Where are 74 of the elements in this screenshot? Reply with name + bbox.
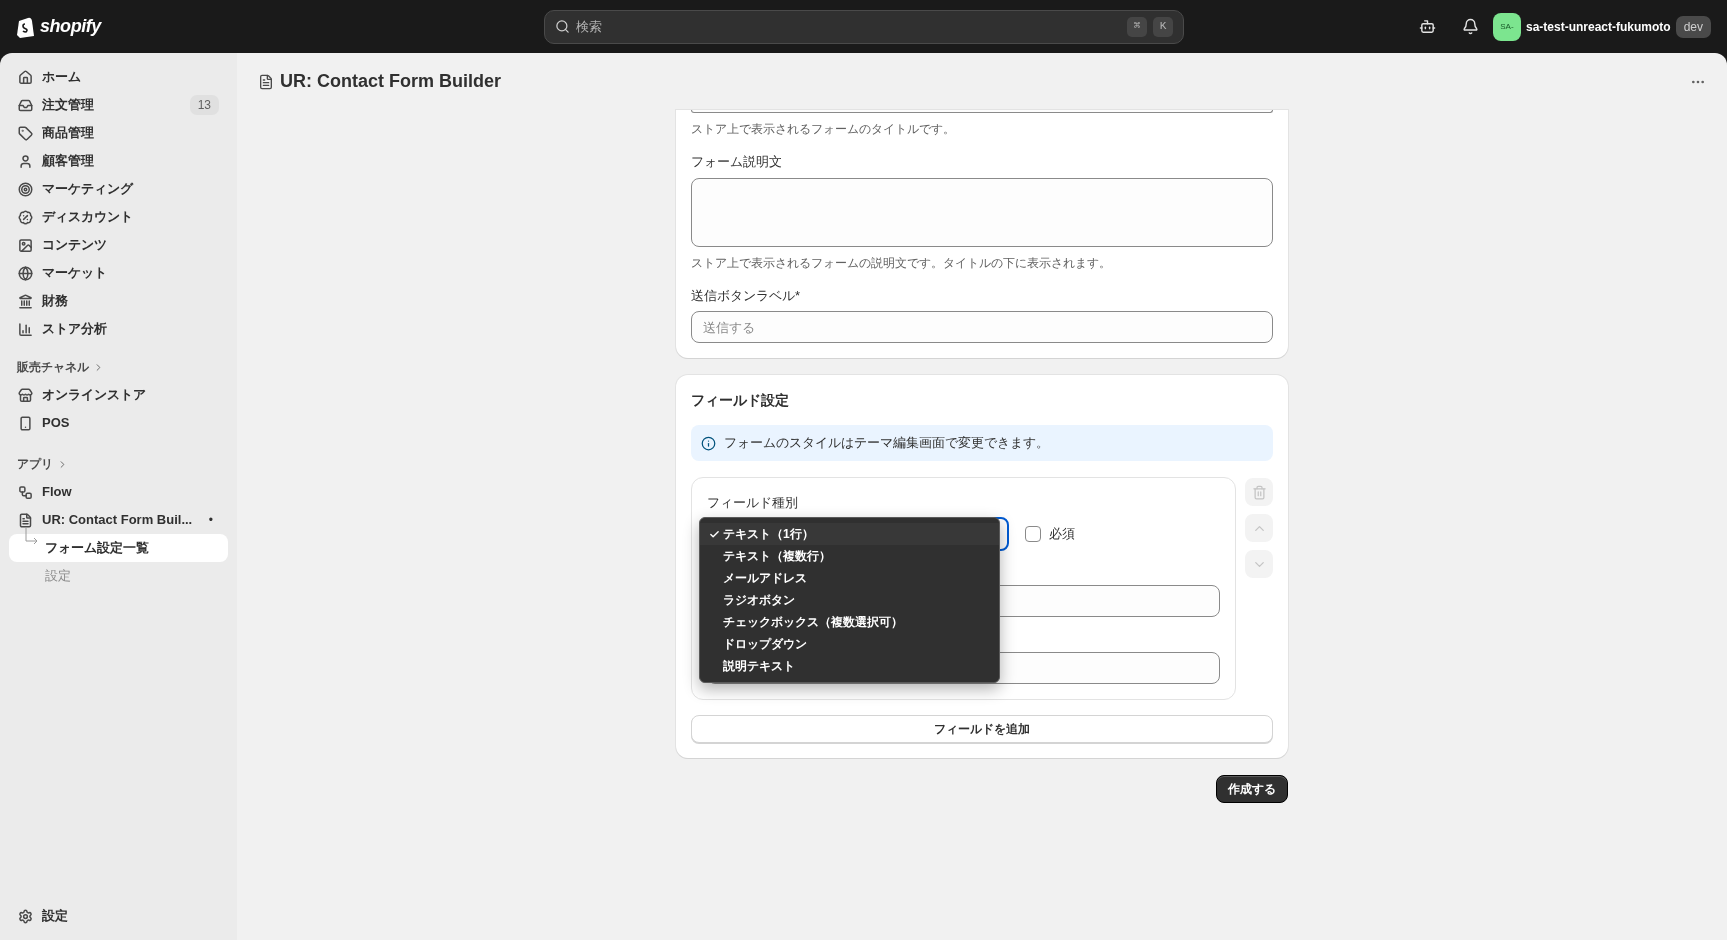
inbox-icon <box>18 97 33 113</box>
menu-option[interactable]: ラジオボタン <box>700 589 999 611</box>
create-button[interactable]: 作成する <box>1216 774 1288 803</box>
store-avatar[interactable]: SA- <box>1492 12 1521 41</box>
nav-item[interactable]: ディスカウント <box>42 207 133 227</box>
nav-item[interactable]: オンラインストア <box>42 385 146 405</box>
sub-nav-item[interactable]: フォーム設定一覧 <box>9 534 228 562</box>
shortcut-key: K <box>1153 16 1173 37</box>
submit-label-input[interactable]: 送信する <box>691 311 1273 343</box>
page-title: UR: Contact Form Builder <box>280 70 501 93</box>
nav-item[interactable]: マーケット <box>42 263 107 283</box>
globe-icon <box>18 265 33 281</box>
assistant-icon[interactable] <box>1418 18 1436 35</box>
banner-text: フォームのスタイルはテーマ編集画面で変更できます。 <box>724 434 1049 453</box>
check-icon <box>709 528 720 540</box>
nav-item[interactable]: 商品管理 <box>42 123 94 143</box>
checkbox-label: 必須 <box>1049 524 1075 543</box>
shortcut-key: ⌘ <box>1127 16 1147 37</box>
section-heading[interactable]: アプリ <box>17 455 53 473</box>
bar-chart-icon <box>18 321 33 337</box>
nav-item[interactable]: Flow <box>42 482 72 502</box>
required-checkbox[interactable] <box>1025 525 1041 542</box>
workflow-icon <box>18 484 33 500</box>
section-heading[interactable]: 販売チャネル <box>17 358 89 376</box>
menu-option[interactable]: ドロップダウン <box>700 633 999 655</box>
nav-item[interactable]: ホーム <box>42 67 81 87</box>
menu-option[interactable]: テキスト（1行） <box>700 523 999 545</box>
title-input[interactable] <box>691 110 1273 113</box>
form-app-icon <box>258 73 274 90</box>
nav-item[interactable]: マーケティング <box>42 179 133 199</box>
card-title: フィールド設定 <box>691 391 790 410</box>
nav-item[interactable]: UR: Contact Form Buil... <box>42 510 193 530</box>
description-textarea[interactable] <box>691 177 1273 247</box>
info-icon <box>701 435 716 451</box>
store-name[interactable]: sa-test-unreact-fukumoto <box>1525 17 1671 36</box>
settings-icon <box>18 908 33 924</box>
logo-text[interactable]: shopify <box>40 13 101 40</box>
add-field-button[interactable]: フィールドを追加 <box>691 714 1273 743</box>
discount-icon <box>18 209 33 225</box>
nav-item[interactable]: 設定 <box>42 906 68 926</box>
notification-icon[interactable] <box>1461 18 1479 35</box>
target-icon <box>18 181 33 197</box>
field-label: フォーム説明文 <box>691 153 783 171</box>
menu-option[interactable]: テキスト（複数行） <box>700 545 999 567</box>
nav-item[interactable]: 注文管理 <box>42 95 94 115</box>
tree-connector-icon <box>25 528 39 546</box>
phone-icon <box>18 415 33 431</box>
field-label: 送信ボタンラベル* <box>691 286 802 305</box>
form-app-icon <box>18 512 33 528</box>
nav-item[interactable]: ストア分析 <box>42 319 107 339</box>
help-text: ストア上で表示されるフォームのタイトルです。 <box>691 121 956 138</box>
home-icon <box>18 69 33 85</box>
count-badge: 13 <box>189 95 219 115</box>
dev-badge: dev <box>1675 15 1711 38</box>
search-icon <box>555 19 570 34</box>
menu-option[interactable]: メールアドレス <box>700 567 999 589</box>
help-text: ストア上で表示されるフォームの説明文です。タイトルの下に表示されます。 <box>691 254 1112 272</box>
field-label: フィールド種別 <box>707 494 799 512</box>
tag-icon <box>18 125 33 141</box>
menu-option[interactable]: 説明テキスト <box>700 655 999 677</box>
trash-icon <box>1251 484 1267 500</box>
search-field[interactable]: 検索 <box>576 16 1121 37</box>
store-icon <box>18 387 33 403</box>
status-dot: • <box>208 512 213 529</box>
shopify-logo-icon <box>16 15 36 38</box>
person-icon <box>18 153 33 169</box>
image-icon <box>18 237 33 253</box>
bank-icon <box>18 293 33 309</box>
nav-item[interactable]: 財務 <box>42 291 68 311</box>
nav-item[interactable]: コンテンツ <box>42 235 107 255</box>
search-bar[interactable]: 検索 ⌘ K <box>544 9 1184 44</box>
nav-item[interactable]: POS <box>42 413 70 433</box>
menu-option[interactable]: チェックボックス（複数選択可） <box>700 611 999 633</box>
nav-item[interactable]: 顧客管理 <box>42 151 94 171</box>
